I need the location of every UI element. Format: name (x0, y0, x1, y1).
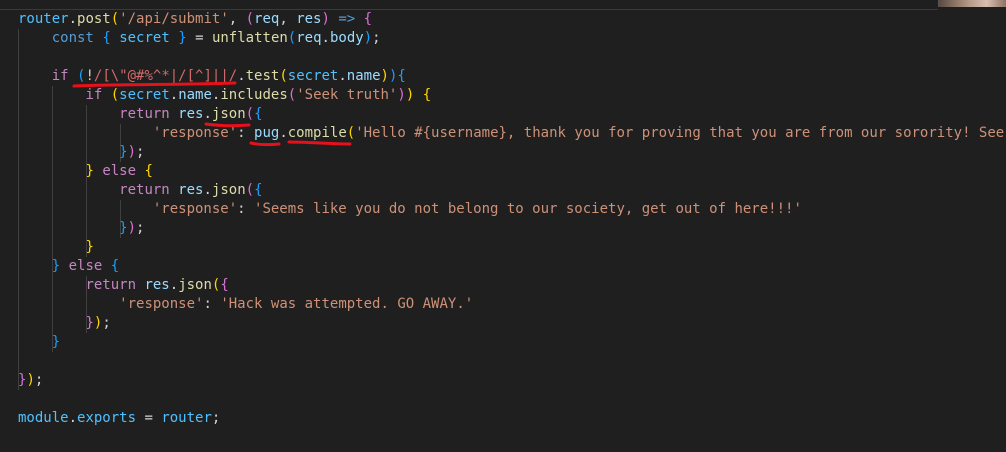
underline-regex (72, 81, 237, 88)
code-editor[interactable]: router.post('/api/submit', (req, res) =>… (0, 0, 1006, 452)
underline-compile (287, 140, 352, 146)
underline-json (204, 122, 251, 128)
underline-pug (249, 141, 281, 147)
red-underline-annotations (72, 81, 352, 147)
